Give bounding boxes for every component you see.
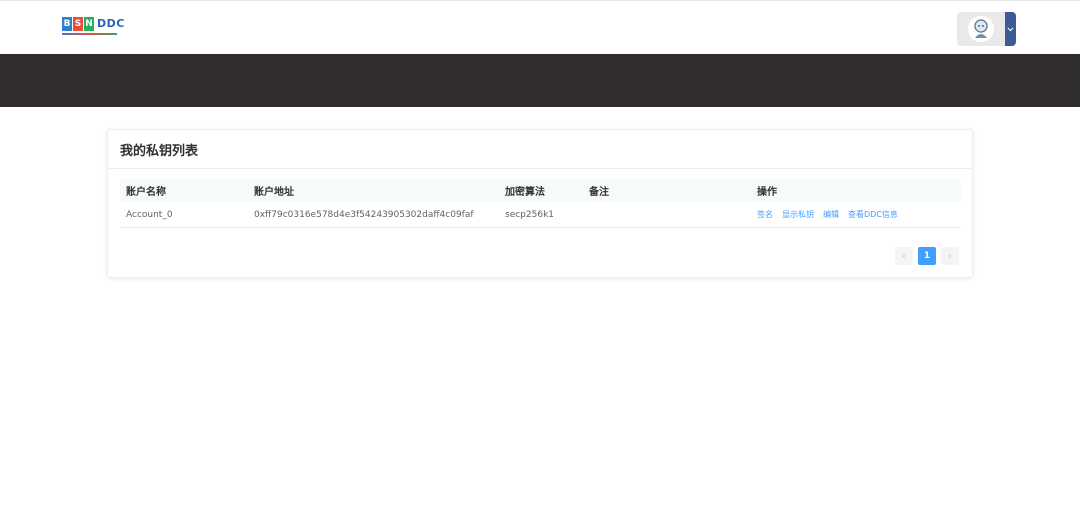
cell-actions: 签名 显示私钥 编辑 查看DDC信息 (757, 209, 898, 220)
private-key-table: 账户名称 账户地址 加密算法 备注 操作 Account_0 0xff79c03… (120, 179, 961, 228)
cell-algorithm: secp256k1 (505, 209, 555, 220)
cell-account-address: 0xff79c0316e578d4e3f54243905302daff4c09f… (254, 209, 474, 220)
chevron-down-icon (1007, 26, 1014, 31)
user-avatar-icon (974, 19, 988, 38)
logo-letter-b: B (62, 17, 72, 31)
card-title: 我的私钥列表 (120, 143, 199, 159)
top-navbar: B S N DDC (0, 0, 1080, 54)
sign-link[interactable]: 签名 (757, 209, 773, 220)
avatar-container[interactable] (957, 12, 1005, 46)
edit-link[interactable]: 编辑 (823, 209, 839, 220)
column-header-account-name: 账户名称 (126, 187, 166, 198)
next-page-button[interactable]: › (941, 247, 959, 265)
column-header-account-address: 账户地址 (254, 187, 294, 198)
column-header-remark: 备注 (589, 187, 609, 198)
logo-letter-s: S (73, 17, 83, 31)
card-header: 我的私钥列表 (108, 130, 972, 169)
prev-page-button[interactable]: ‹ (895, 247, 913, 265)
column-header-actions: 操作 (757, 187, 777, 198)
page-banner (0, 54, 1080, 107)
page-number-1[interactable]: 1 (918, 247, 936, 265)
column-header-algorithm: 加密算法 (505, 187, 545, 198)
bsn-ddc-logo[interactable]: B S N DDC (62, 17, 125, 37)
pagination: ‹ 1 › (895, 247, 959, 265)
private-key-list-card: 我的私钥列表 账户名称 账户地址 加密算法 备注 操作 Account_0 0x… (107, 129, 973, 278)
logo-letter-n: N (84, 17, 94, 31)
user-dropdown-button[interactable] (1005, 12, 1016, 46)
cell-account-name: Account_0 (126, 209, 173, 220)
avatar[interactable] (968, 16, 994, 42)
user-menu[interactable] (957, 12, 1016, 46)
logo-suffix: DDC (97, 17, 125, 30)
view-ddc-info-link[interactable]: 查看DDC信息 (848, 209, 898, 220)
table-header-row: 账户名称 账户地址 加密算法 备注 操作 (120, 179, 961, 202)
logo-underline (62, 33, 117, 35)
show-private-key-link[interactable]: 显示私钥 (782, 209, 814, 220)
table-row: Account_0 0xff79c0316e578d4e3f5424390530… (120, 202, 961, 228)
